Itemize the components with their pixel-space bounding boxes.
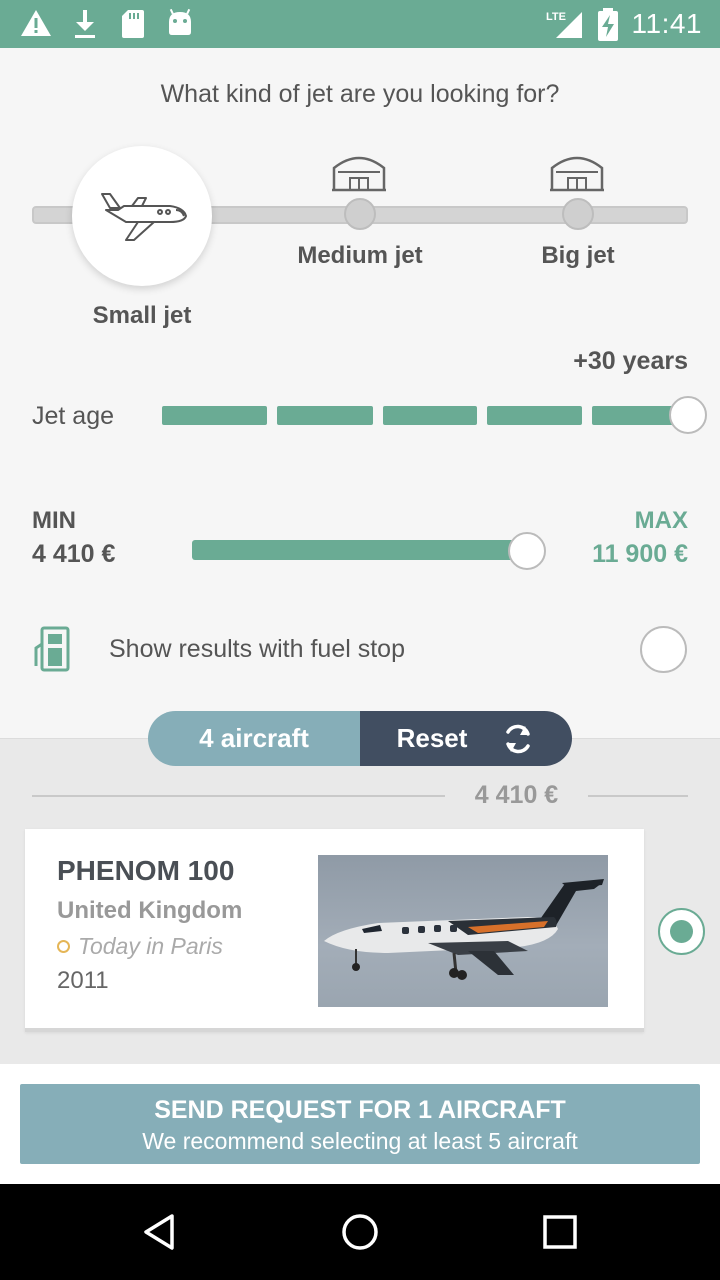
medium-jet-stop[interactable] xyxy=(344,198,376,230)
big-jet-stop[interactable] xyxy=(562,198,594,230)
back-icon[interactable] xyxy=(140,1212,180,1252)
aircraft-count-label: 4 aircraft xyxy=(199,723,309,753)
aircraft-year: 2011 xyxy=(57,967,109,994)
jet-age-segment[interactable] xyxy=(277,406,373,425)
jet-age-segment[interactable] xyxy=(383,406,477,425)
page-question: What kind of jet are you looking for? xyxy=(160,80,560,108)
aircraft-select-radio-dot xyxy=(670,920,693,943)
refresh-icon xyxy=(506,724,531,753)
clock: 11:41 xyxy=(631,8,702,39)
send-request-button[interactable]: SEND REQUEST FOR 1 AIRCRAFT We recommend… xyxy=(20,1084,700,1164)
small-jet-knob[interactable] xyxy=(72,146,212,286)
jet-age-segment[interactable] xyxy=(487,406,582,425)
fuel-pump-icon xyxy=(34,626,70,672)
airplane-icon xyxy=(101,193,187,241)
price-min-value: 4 410 € xyxy=(32,540,116,568)
navigation-bar xyxy=(0,1184,720,1280)
aircraft-name: PHENOM 100 xyxy=(57,855,235,886)
send-request-subtitle: We recommend selecting at least 5 aircra… xyxy=(142,1128,578,1154)
fuel-stop-toggle[interactable] xyxy=(640,626,687,673)
price-slider-thumb[interactable] xyxy=(508,532,546,570)
big-jet-hangar-icon xyxy=(550,156,604,192)
warning-icon xyxy=(21,10,51,36)
android-icon xyxy=(169,8,191,35)
jet-type-small-label[interactable]: Small jet xyxy=(42,302,242,330)
jet-type-medium-label[interactable]: Medium jet xyxy=(260,242,460,270)
reset-label: Reset xyxy=(396,723,468,753)
price-min-label: MIN xyxy=(32,507,76,534)
download-icon xyxy=(75,10,95,38)
aircraft-select-radio[interactable] xyxy=(658,908,705,955)
fuel-stop-label: Show results with fuel stop xyxy=(109,635,405,663)
price-separator-label: 4 410 € xyxy=(474,781,559,809)
price-max-value: 11 900 € xyxy=(592,540,688,568)
aircraft-country: United Kingdom xyxy=(57,897,243,924)
reset-button[interactable]: Reset xyxy=(360,711,572,766)
signal-icon: LTE xyxy=(546,11,582,38)
battery-charging-icon xyxy=(598,8,618,41)
recents-icon[interactable] xyxy=(542,1212,578,1252)
price-slider-track[interactable] xyxy=(192,540,526,560)
aircraft-availability: Today in Paris xyxy=(57,933,223,960)
jet-age-label: Jet age xyxy=(32,402,115,430)
home-icon[interactable] xyxy=(340,1212,380,1252)
jet-type-big-label[interactable]: Big jet xyxy=(478,242,678,270)
aircraft-photo xyxy=(318,855,608,1007)
aircraft-count-pill: 4 aircraft xyxy=(148,711,360,766)
jet-age-value: +30 years xyxy=(573,347,688,375)
price-max-label: MAX xyxy=(634,507,688,534)
medium-jet-hangar-icon xyxy=(332,156,386,192)
availability-text: Today in Paris xyxy=(78,933,223,959)
price-separator-line xyxy=(588,795,688,797)
price-separator-line xyxy=(32,795,445,797)
jet-age-slider-thumb[interactable] xyxy=(669,396,707,434)
sd-card-icon xyxy=(122,10,144,38)
status-bar: LTE 11:41 xyxy=(0,0,720,48)
send-request-title: SEND REQUEST FOR 1 AIRCRAFT xyxy=(154,1096,566,1124)
network-type: LTE xyxy=(546,11,566,23)
availability-dot-icon xyxy=(57,940,70,953)
jet-age-segment[interactable] xyxy=(162,406,267,425)
aircraft-card[interactable]: PHENOM 100 United Kingdom Today in Paris… xyxy=(25,829,644,1032)
jet-photo-illustration xyxy=(324,879,604,980)
